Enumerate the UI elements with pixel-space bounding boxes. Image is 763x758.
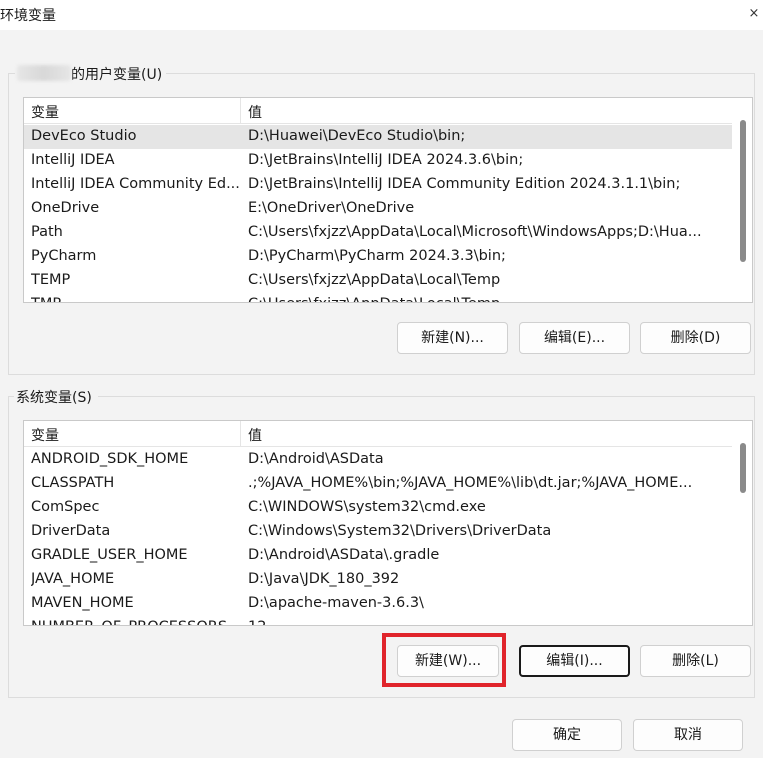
variable-value: C:\Users\fxjzz\AppData\Local\Microsoft\W… — [248, 224, 702, 240]
variable-value: D:\Huawei\DevEco Studio\bin; — [248, 128, 466, 144]
variable-value: .;%JAVA_HOME%\bin;%JAVA_HOME%\lib\dt.jar… — [248, 475, 693, 491]
column-header-value[interactable]: 值 — [248, 102, 262, 122]
variable-name: IntelliJ IDEA Community Ed... — [31, 176, 239, 192]
table-row[interactable]: Path C:\Users\fxjzz\AppData\Local\Microso… — [24, 221, 732, 245]
list-header: 变量 值 — [24, 421, 752, 447]
user-vars-list[interactable]: 变量 值 DevEco Studio D:\Huawei\DevEco Studi… — [23, 97, 753, 303]
variable-value: D:\PyCharm\PyCharm 2024.3.3\bin; — [248, 248, 506, 264]
column-header-name[interactable]: 变量 — [31, 102, 59, 122]
list-header: 变量 值 — [24, 98, 752, 124]
close-icon[interactable]: × — [745, 0, 763, 30]
table-row[interactable]: IntelliJ IDEA Community Ed... D:\JetBrain… — [24, 173, 732, 197]
variable-name: ANDROID_SDK_HOME — [31, 451, 189, 467]
variable-name: DevEco Studio — [31, 128, 137, 144]
variable-name: JAVA_HOME — [31, 571, 115, 587]
variable-value: D:\JetBrains\IntelliJ IDEA 2024.3.6\bin; — [248, 152, 524, 168]
title-bar: 环境变量 × — [0, 0, 763, 30]
scrollbar-thumb[interactable] — [740, 120, 746, 262]
variable-value: 12 — [248, 619, 718, 625]
variable-name: CLASSPATH — [31, 475, 115, 491]
window-title: 环境变量 — [0, 8, 56, 24]
table-row[interactable]: IntelliJ IDEA D:\JetBrains\IntelliJ IDEA … — [24, 149, 732, 173]
annotation-highlight-box — [382, 633, 506, 687]
variable-value: C:\Windows\System32\Drivers\DriverData — [248, 523, 552, 539]
variable-value: C:\WINDOWS\system32\cmd.exe — [248, 499, 486, 515]
column-header-value[interactable]: 值 — [248, 425, 262, 445]
variable-name: IntelliJ IDEA — [31, 152, 115, 168]
variable-name: GRADLE_USER_HOME — [31, 547, 188, 563]
variable-name: Path — [31, 224, 63, 240]
user-vars-label: 的用户变量(U) — [15, 64, 165, 84]
table-row[interactable]: NUMBER_OF_PROCESSORS 12 — [24, 616, 732, 625]
ok-button[interactable]: 确定 — [512, 719, 622, 751]
table-row[interactable]: CLASSPATH .;%JAVA_HOME%\bin;%JAVA_HOME%\l… — [24, 472, 732, 496]
variable-value: D:\Android\ASData\.gradle — [248, 547, 440, 563]
table-row[interactable]: ANDROID_SDK_HOME D:\Android\ASData — [24, 448, 732, 472]
table-row[interactable]: DriverData C:\Windows\System32\Drivers\Dr… — [24, 520, 732, 544]
scrollbar-thumb[interactable] — [740, 443, 746, 493]
variable-value: E:\OneDriver\OneDrive — [248, 200, 415, 216]
cancel-button[interactable]: 取消 — [633, 719, 743, 751]
variable-name: OneDrive — [31, 200, 100, 216]
table-row[interactable]: TMP C:\Users\fxjzz\AppData\Local\Temp — [24, 293, 732, 302]
variable-name: ComSpec — [31, 499, 100, 515]
variable-name: TEMP — [31, 272, 71, 288]
variable-value: D:\Android\ASData — [248, 451, 384, 467]
user-delete-button[interactable]: 删除(D) — [640, 322, 751, 354]
table-row[interactable]: ComSpec C:\WINDOWS\system32\cmd.exe — [24, 496, 732, 520]
variable-name: MAVEN_HOME — [31, 595, 134, 611]
system-edit-button[interactable]: 编辑(I)... — [519, 645, 630, 677]
table-row[interactable]: GRADLE_USER_HOME D:\Android\ASData\.gradl… — [24, 544, 732, 568]
scrollbar[interactable] — [732, 421, 752, 625]
variable-name: NUMBER_OF_PROCESSORS — [31, 619, 239, 625]
variable-name: TMP — [31, 296, 239, 302]
scrollbar[interactable] — [732, 98, 752, 302]
column-header-name[interactable]: 变量 — [31, 425, 59, 445]
variable-value: C:\Users\fxjzz\AppData\Local\Temp — [248, 296, 718, 302]
blurred-username — [17, 65, 71, 81]
variable-value: D:\Java\JDK_180_392 — [248, 571, 400, 587]
table-row[interactable]: OneDrive E:\OneDriver\OneDrive — [24, 197, 732, 221]
user-new-button[interactable]: 新建(N)... — [397, 322, 508, 354]
variable-name: DriverData — [31, 523, 111, 539]
system-vars-list[interactable]: 变量 值 ANDROID_SDK_HOME D:\Android\ASData CL… — [23, 420, 753, 626]
system-delete-button[interactable]: 删除(L) — [640, 645, 751, 677]
variable-value: D:\apache-maven-3.6.3\ — [248, 595, 424, 611]
table-row[interactable]: DevEco Studio D:\Huawei\DevEco Studio\bin… — [24, 125, 732, 149]
variable-name: PyCharm — [31, 248, 97, 264]
table-row[interactable]: TEMP C:\Users\fxjzz\AppData\Local\Temp — [24, 269, 732, 293]
table-row[interactable]: MAVEN_HOME D:\apache-maven-3.6.3\ — [24, 592, 732, 616]
variable-value: D:\JetBrains\IntelliJ IDEA Community Edi… — [248, 176, 681, 192]
table-row[interactable]: JAVA_HOME D:\Java\JDK_180_392 — [24, 568, 732, 592]
variable-value: C:\Users\fxjzz\AppData\Local\Temp — [248, 272, 501, 288]
system-vars-label: 系统变量(S) — [14, 387, 94, 407]
table-row[interactable]: PyCharm D:\PyCharm\PyCharm 2024.3.3\bin; — [24, 245, 732, 269]
user-edit-button[interactable]: 编辑(E)... — [519, 322, 630, 354]
